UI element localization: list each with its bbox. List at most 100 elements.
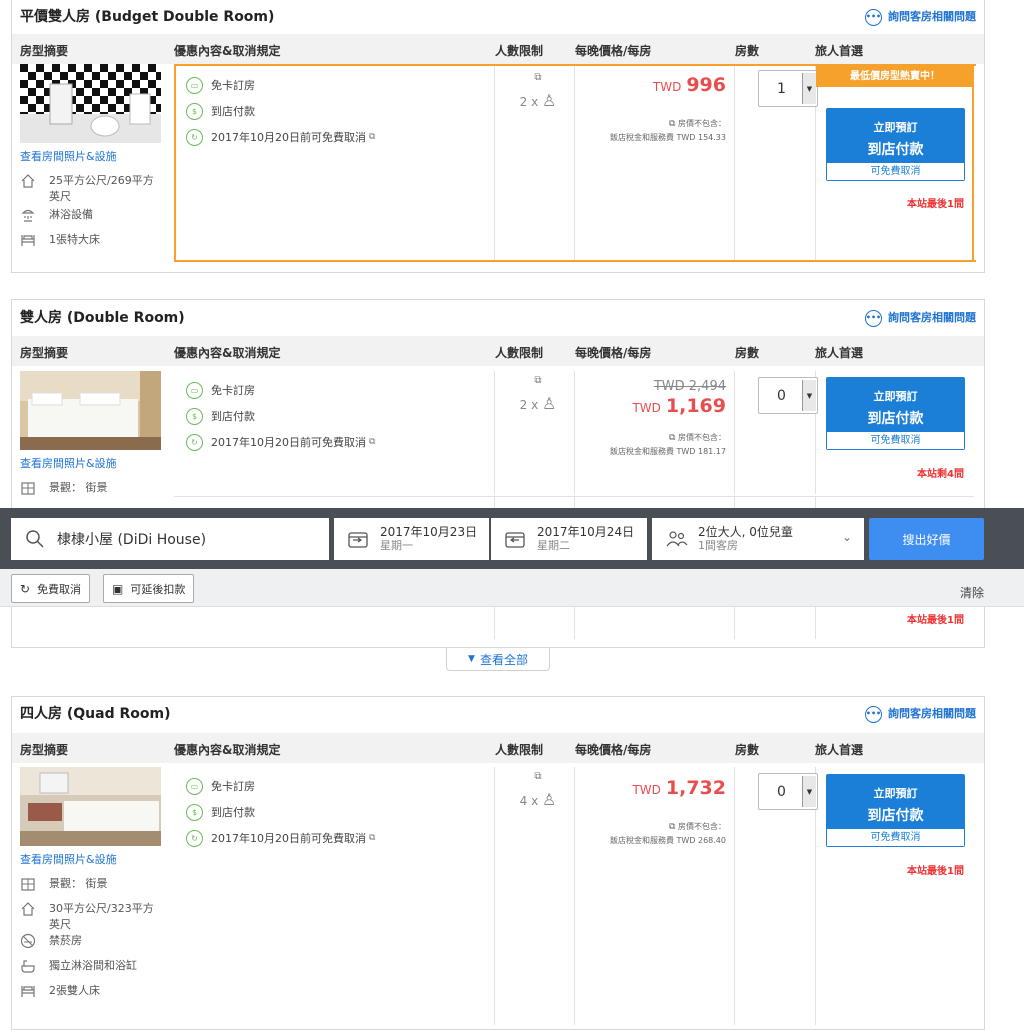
- room-photo[interactable]: [20, 767, 161, 846]
- checkout-date: 2017年10月24日: [537, 525, 635, 539]
- chat-bubble-icon: •••: [865, 8, 882, 26]
- info-icon[interactable]: ⧉: [369, 132, 375, 142]
- window-icon: [21, 482, 35, 495]
- feature-text: 1張特大床: [49, 233, 100, 246]
- book-line2: 到店付款: [867, 808, 924, 824]
- tax-label: 房價不包含：: [678, 119, 726, 128]
- book-line3: 可免費取消: [827, 432, 964, 449]
- book-line3: 可免費取消: [827, 829, 964, 846]
- person-icon: ♙: [542, 394, 557, 413]
- price-box: TWD 1,732 ⧉ 房價不包含： 飯店稅金和服務費 TWD 268.40: [574, 777, 726, 847]
- card-icon: ▭: [186, 76, 203, 94]
- header-rooms: 房數: [735, 44, 760, 58]
- deal-text: 到店付款: [211, 806, 255, 819]
- view-all-button[interactable]: ▼ 查看全部: [446, 648, 550, 671]
- ask-question-link[interactable]: ••• 詢問客房相關問題: [865, 306, 976, 330]
- window-icon: [21, 878, 35, 891]
- price: 996: [686, 74, 726, 96]
- checkin-date: 2017年10月23日: [380, 525, 478, 539]
- feature-view: 景觀： 街景: [20, 480, 163, 496]
- deal-free-cancel: ↻ 2017年10月20日前可免費取消 ⧉: [186, 128, 506, 146]
- qty-value: 0: [777, 387, 786, 404]
- bed-icon: [21, 235, 35, 246]
- header-choice: 旅人首選: [815, 44, 864, 58]
- room-qty-select[interactable]: 0 ▼: [758, 377, 818, 414]
- info-icon[interactable]: ⧉: [669, 119, 675, 129]
- header-occupancy: 人數限制: [495, 44, 544, 58]
- feature-text: 淋浴設備: [49, 208, 93, 221]
- ask-question-link[interactable]: ••• 詢問客房相關問題: [865, 702, 976, 726]
- no-smoking-icon: [20, 933, 36, 949]
- filter-pay-later[interactable]: ▣ 可延後扣款: [103, 574, 195, 603]
- hotel-search-field[interactable]: 棣棣小屋 (DiDi House): [11, 518, 329, 560]
- header-choice: 旅人首選: [815, 346, 864, 360]
- filter-label: 免費取消: [37, 582, 82, 596]
- deals-list: ▭ 免卡訂房 $ 到店付款 ↻ 2017年10月20日前可免費取消 ⧉: [186, 76, 506, 154]
- rooms-count: 1間客房: [698, 539, 738, 552]
- book-line2: 到店付款: [867, 142, 924, 158]
- guests-field[interactable]: 2位大人, 0位兒童 1間客房 ⌄: [652, 518, 864, 560]
- chevron-down-icon: ⌄: [841, 530, 852, 544]
- deal-text: 到店付款: [211, 410, 255, 423]
- room-summary: 查看房間照片&設施 景觀： 街景: [20, 371, 163, 496]
- deal-pay-at-hotel: $ 到店付款: [186, 803, 506, 821]
- ask-question-link[interactable]: ••• 詢問客房相關問題: [865, 5, 976, 29]
- info-icon[interactable]: ⧉: [669, 433, 675, 443]
- room-qty-select[interactable]: 1 ▼: [758, 70, 818, 107]
- dropdown-arrow-icon: ▼: [802, 380, 816, 411]
- book-now-button[interactable]: 立即預訂 到店付款 可免費取消: [826, 108, 965, 181]
- feature-bed: 1張特大床: [20, 232, 163, 248]
- checkout-field[interactable]: 2017年10月24日 星期二: [491, 518, 647, 560]
- view-photos-link[interactable]: 查看房間照片&設施: [20, 455, 163, 471]
- checkin-field[interactable]: 2017年10月23日 星期一: [334, 518, 489, 560]
- book-now-button[interactable]: 立即預訂 到店付款 可免費取消: [826, 774, 965, 847]
- feature-bed: 2張雙人床: [20, 983, 163, 999]
- tax-label: 房價不包含：: [678, 433, 726, 442]
- availability-note: 本站剩4間: [917, 469, 964, 480]
- room-card-quad: 四人房 (Quad Room) ••• 詢問客房相關問題 房型摘要 優惠內容&取消…: [11, 696, 985, 1030]
- occupancy-text: 2 x: [519, 95, 539, 109]
- info-icon[interactable]: ⧉: [508, 72, 568, 83]
- rate-row: ▭ 免卡訂房 $ 到店付款 ↻ 2017年10月20日前可免費取消 ⧉ ⧉ 4 x ♙ …: [174, 767, 974, 1025]
- room-card-budget-double: 平價雙人房 (Budget Double Room) ••• 詢問客房相關問題 房…: [11, 0, 985, 273]
- search-button[interactable]: 搜出好價: [869, 518, 984, 560]
- header-price: 每晚價格/每房: [575, 743, 652, 757]
- room-title-bar: 四人房 (Quad Room) ••• 詢問客房相關問題: [12, 697, 984, 731]
- tax-amount: 飯店稅金和服務費 TWD 181.17: [609, 447, 726, 456]
- clear-filters-link[interactable]: 清除: [960, 584, 984, 601]
- header-choice: 旅人首選: [815, 743, 864, 757]
- checkin-day: 星期一: [380, 539, 413, 552]
- filter-free-cancel[interactable]: ↻ 免費取消: [11, 574, 91, 603]
- book-line1: 立即預訂: [873, 787, 918, 800]
- deal-text: 免卡訂房: [211, 780, 255, 793]
- view-photos-link[interactable]: 查看房間照片&設施: [20, 148, 163, 164]
- room-qty-select[interactable]: 0 ▼: [758, 773, 818, 810]
- room-title-bar: 平價雙人房 (Budget Double Room) ••• 詢問客房相關問題: [12, 0, 984, 34]
- price-box: TWD 2,494 TWD 1,169 ⧉ 房價不包含： 飯店稅金和服務費 TWD …: [574, 379, 726, 458]
- view-photos-link[interactable]: 查看房間照片&設施: [20, 851, 163, 867]
- book-line2: 到店付款: [867, 411, 924, 427]
- room-photo[interactable]: [20, 64, 161, 143]
- tax-amount: 飯店稅金和服務費 TWD 268.40: [609, 836, 726, 845]
- info-icon[interactable]: ⧉: [669, 822, 675, 832]
- card-icon: ▭: [186, 777, 203, 795]
- ask-label: 詢問客房相關問題: [888, 311, 976, 324]
- deal-text: 2017年10月20日前可免費取消: [211, 131, 366, 144]
- info-icon[interactable]: ⧉: [369, 833, 375, 843]
- room-photo[interactable]: [20, 371, 161, 450]
- checkout-calendar-icon: [505, 532, 525, 548]
- ask-label: 詢問客房相關問題: [888, 707, 976, 720]
- header-deals: 優惠內容&取消規定: [174, 743, 281, 757]
- book-now-button[interactable]: 立即預訂 到店付款 可免費取消: [826, 377, 965, 450]
- filter-label: 可延後扣款: [130, 582, 186, 596]
- sticky-search-bar: 棣棣小屋 (DiDi House) 2017年10月23日 星期一 2017年1…: [0, 508, 1024, 569]
- money-icon: $: [186, 407, 203, 425]
- deal-no-card: ▭ 免卡訂房: [186, 381, 506, 399]
- info-icon[interactable]: ⧉: [508, 771, 568, 782]
- info-icon[interactable]: ⧉: [508, 375, 568, 386]
- room-title: 四人房 (Quad Room): [20, 706, 171, 722]
- house-icon: [21, 902, 35, 916]
- book-line3: 可免費取消: [827, 163, 964, 180]
- info-icon[interactable]: ⧉: [369, 437, 375, 447]
- checkin-calendar-icon: [348, 532, 368, 548]
